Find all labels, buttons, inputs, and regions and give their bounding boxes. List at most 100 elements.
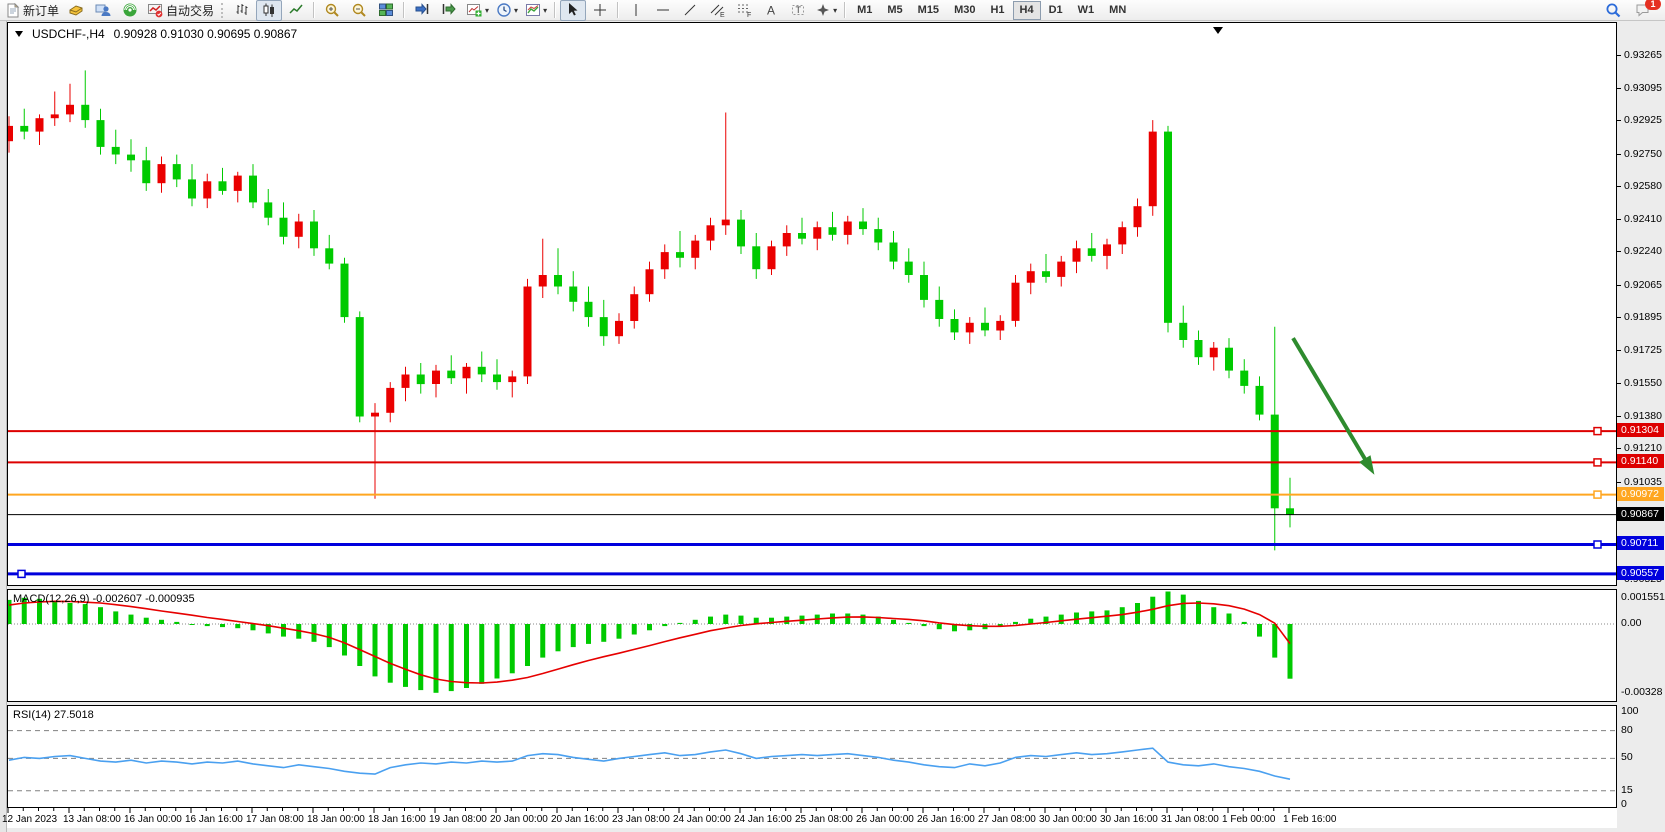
- svg-text:E: E: [720, 12, 725, 18]
- candlestick-icon: [261, 2, 277, 18]
- text-label-tool-button[interactable]: T: [785, 0, 811, 21]
- price-line-label: 0.90557: [1617, 566, 1664, 580]
- time-label: 31 Jan 08:00: [1161, 814, 1219, 825]
- chart-shift-button[interactable]: [409, 0, 435, 21]
- price-axis[interactable]: 0.932650.930950.929250.927500.925800.924…: [1617, 22, 1665, 808]
- horizontal-line-icon: [655, 2, 671, 18]
- crosshair-icon: [592, 2, 608, 18]
- timeframe-button-m5[interactable]: M5: [880, 1, 909, 20]
- svg-text:A: A: [767, 4, 775, 18]
- search-button[interactable]: [1600, 0, 1626, 21]
- horizontal-price-lines: [8, 428, 1616, 578]
- price-line-label: 0.90711: [1617, 536, 1664, 550]
- fibonacci-tool-button[interactable]: F: [731, 0, 757, 21]
- time-label: 24 Jan 16:00: [734, 814, 792, 825]
- trendline-tool-button[interactable]: [677, 0, 703, 21]
- time-label: 30 Jan 16:00: [1100, 814, 1158, 825]
- hline-drag-handle[interactable]: [1594, 459, 1601, 466]
- line-chart-mode-button[interactable]: [283, 0, 309, 21]
- price-axis-tick: 0.93265: [1617, 49, 1662, 61]
- bar-chart-mode-button[interactable]: [229, 0, 255, 21]
- macd-canvas[interactable]: [8, 590, 1616, 701]
- crosshair-button[interactable]: [587, 0, 613, 21]
- time-label: 1 Feb 00:00: [1222, 814, 1275, 825]
- autotrade-button[interactable]: 自动交易: [144, 0, 217, 21]
- indicators-button[interactable]: ▾: [463, 0, 492, 21]
- terminal-button[interactable]: [90, 0, 116, 21]
- tile-windows-icon: [378, 2, 394, 18]
- signals-button[interactable]: [117, 0, 143, 21]
- text-tool-button[interactable]: A: [758, 0, 784, 21]
- vertical-line-tool-button[interactable]: [623, 0, 649, 21]
- price-axis-tick: 0.92065: [1617, 279, 1662, 291]
- time-label: 16 Jan 16:00: [185, 814, 243, 825]
- clock-icon: [496, 2, 512, 18]
- periods-button[interactable]: ▾: [493, 0, 521, 21]
- auto-scroll-button[interactable]: [436, 0, 462, 21]
- timeframe-button-m15[interactable]: M15: [911, 1, 946, 20]
- timeframe-button-m1[interactable]: M1: [850, 1, 879, 20]
- timeframe-button-h1[interactable]: H1: [983, 1, 1011, 20]
- main-chart-canvas[interactable]: [8, 23, 1616, 585]
- time-label: 17 Jan 08:00: [246, 814, 304, 825]
- hline-drag-handle[interactable]: [1594, 428, 1601, 435]
- notifications-button[interactable]: 1: [1630, 0, 1656, 21]
- tick-dash: [1617, 120, 1621, 121]
- tile-windows-button[interactable]: [373, 0, 399, 21]
- window-left-border: [0, 21, 7, 832]
- chart-title: USDCHF-,H4 0.90928 0.91030 0.90695 0.908…: [15, 27, 297, 41]
- time-axis[interactable]: 12 Jan 202313 Jan 08:0016 Jan 00:0016 Ja…: [7, 808, 1617, 828]
- templates-button[interactable]: ▾: [522, 0, 550, 21]
- time-label: 1 Feb 16:00: [1283, 814, 1336, 825]
- tick-dash: [1617, 383, 1621, 384]
- timeframe-button-h4[interactable]: H4: [1013, 1, 1041, 20]
- macd-signal-line: [9, 601, 1290, 683]
- price-line-label: 0.90972: [1617, 487, 1664, 501]
- timeframe-button-w1[interactable]: W1: [1071, 1, 1102, 20]
- tick-dash: [1617, 88, 1621, 89]
- horizontal-line-tool-button[interactable]: [650, 0, 676, 21]
- new-order-button[interactable]: 新订单: [3, 0, 62, 21]
- tick-dash: [1617, 154, 1621, 155]
- dropdown-caret: ▾: [543, 6, 547, 15]
- rsi-axis-label: 0: [1621, 798, 1627, 810]
- market-book-button[interactable]: [63, 0, 89, 21]
- time-label: 18 Jan 00:00: [307, 814, 365, 825]
- rsi-axis-label: 100: [1621, 705, 1639, 717]
- macd-axis-label: 0.001551: [1621, 591, 1665, 603]
- time-label: 25 Jan 08:00: [795, 814, 853, 825]
- chart-menu-triangle-icon[interactable]: [15, 31, 23, 37]
- tick-dash: [1617, 448, 1621, 449]
- yellow-book-icon: [68, 2, 84, 18]
- price-axis-tick: 0.91895: [1617, 311, 1662, 323]
- time-label: 12 Jan 2023: [2, 814, 57, 825]
- candlestick-mode-button[interactable]: [256, 0, 282, 21]
- hline-drag-handle[interactable]: [1594, 491, 1601, 498]
- hline-drag-handle[interactable]: [18, 570, 25, 577]
- cursor-button[interactable]: [560, 0, 586, 21]
- zoom-in-button[interactable]: [319, 0, 345, 21]
- new-order-icon: [6, 3, 20, 18]
- arrows-tool-button[interactable]: ▾: [812, 0, 840, 21]
- rsi-canvas[interactable]: [8, 706, 1616, 807]
- price-axis-tick: 0.91550: [1617, 377, 1662, 389]
- price-line-label: 0.91304: [1617, 423, 1664, 437]
- text-icon: A: [763, 2, 779, 18]
- toolbar-separator: [313, 2, 315, 18]
- rsi-axis-label: 80: [1621, 724, 1633, 736]
- hline-drag-handle[interactable]: [1594, 541, 1601, 548]
- timeframe-button-m30[interactable]: M30: [947, 1, 982, 20]
- zoom-out-button[interactable]: [346, 0, 372, 21]
- time-label: 13 Jan 08:00: [63, 814, 121, 825]
- price-axis-tick: 0.91210: [1617, 442, 1662, 454]
- tick-dash: [1617, 317, 1621, 318]
- auto-scroll-icon: [441, 2, 457, 18]
- dropdown-caret: ▾: [485, 6, 489, 15]
- chart-shift-marker[interactable]: [1213, 27, 1223, 34]
- search-icon: [1605, 2, 1622, 19]
- timeframe-button-d1[interactable]: D1: [1042, 1, 1070, 20]
- timeframe-button-mn[interactable]: MN: [1102, 1, 1133, 20]
- equidistant-channel-tool-button[interactable]: E: [704, 0, 730, 21]
- price-axis-tick: 0.92240: [1617, 245, 1662, 257]
- zoom-in-icon: [324, 2, 340, 18]
